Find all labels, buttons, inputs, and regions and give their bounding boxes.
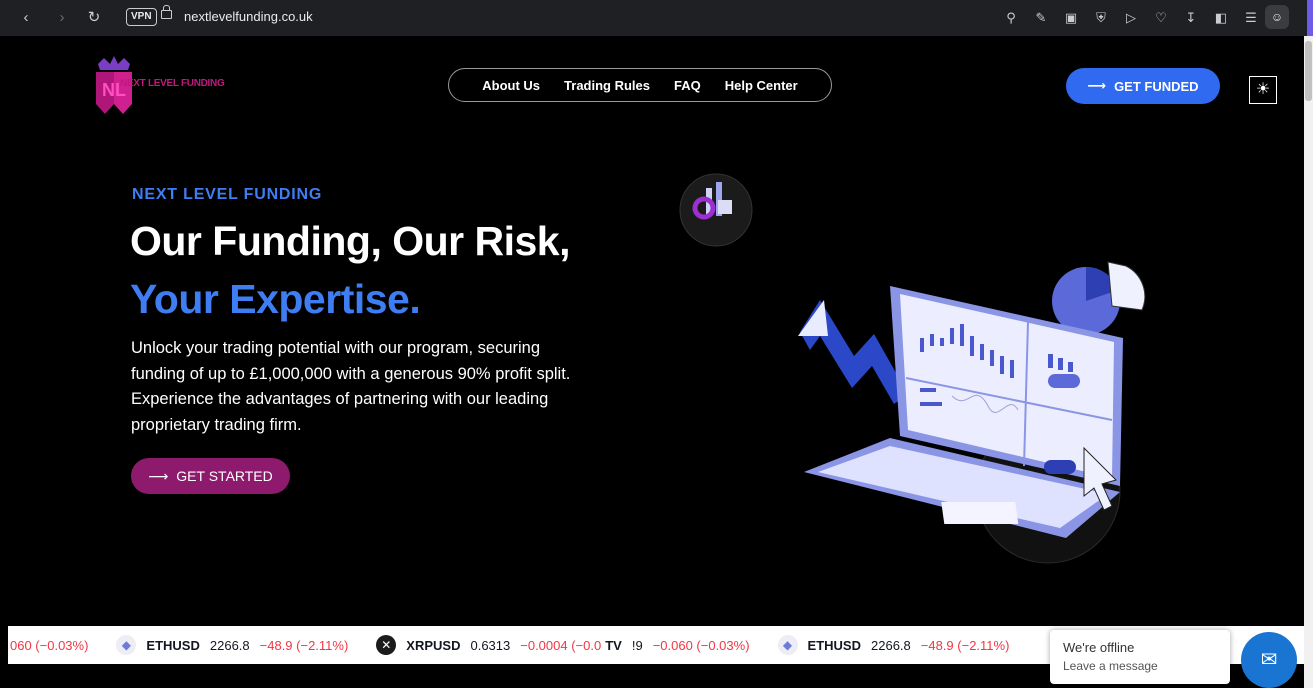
- menu-icon[interactable]: ☰: [1241, 8, 1261, 28]
- profile-icon[interactable]: ☺: [1265, 5, 1289, 29]
- hero-title: Our Funding, Our Risk,: [130, 218, 571, 264]
- site-logo[interactable]: NL NEXT LEVEL FUNDING: [94, 56, 225, 116]
- ticker-item[interactable]: ◆ ETHUSD 2266.8 −48.9 (−2.11%): [116, 635, 348, 655]
- nav-faq[interactable]: FAQ: [674, 78, 701, 93]
- ticker-item[interactable]: ◆ ETHUSD 2266.8 −48.9 (−2.11%): [777, 635, 1010, 655]
- shield-icon[interactable]: ⛨: [1091, 8, 1111, 28]
- lock-icon: [161, 5, 172, 19]
- ticker-price: 2266.8: [209, 637, 250, 653]
- get-funded-button[interactable]: ⟶ GET FUNDED: [1066, 68, 1220, 104]
- ticker-change: −0.060 (−0.03%): [652, 637, 750, 653]
- logo-text: NEXT LEVEL FUNDING: [120, 78, 225, 89]
- ticker-symbol: ETHUSD: [146, 637, 200, 653]
- heart-icon[interactable]: ♡: [1151, 8, 1171, 28]
- ticker-symbol: ETHUSD: [807, 637, 861, 653]
- nav-help-center[interactable]: Help Center: [725, 78, 798, 93]
- get-started-label: GET STARTED: [176, 468, 273, 484]
- nav-about-us[interactable]: About Us: [482, 78, 540, 93]
- ticker-change: −48.9 (−2.11%): [920, 637, 1010, 653]
- ticker-change: 060 (−0.03%): [10, 637, 89, 653]
- trading-laptop-illustration: [679, 173, 1146, 564]
- ticker-item[interactable]: ✕ XRPUSD 0.6313 −0.0004 (−0.0: [376, 635, 601, 655]
- ticker-symbol: XRPUSD: [406, 637, 461, 653]
- web-page: NL NEXT LEVEL FUNDING About Us Trading R…: [8, 36, 1304, 688]
- scrollbar-thumb[interactable]: [1305, 41, 1312, 101]
- search-icon[interactable]: ⚲: [1001, 8, 1021, 28]
- reload-icon[interactable]: ↻: [84, 8, 104, 28]
- vpn-badge[interactable]: VPN: [126, 8, 157, 26]
- chat-bubble-icon[interactable]: ✉: [1241, 632, 1297, 688]
- hero-title-highlight: Your Expertise.: [130, 276, 421, 322]
- page-scrollbar[interactable]: [1304, 36, 1313, 688]
- forward-icon[interactable]: ›: [52, 8, 72, 28]
- ethereum-icon: ◆: [777, 635, 798, 655]
- chat-offline-card[interactable]: We're offline Leave a message: [1050, 630, 1230, 684]
- browser-toolbar: ‹ › ↻ VPN nextlevelfunding.co.uk ⚲ ✎ ▣ ⛨…: [0, 0, 1313, 36]
- arrow-right-icon: ⟶: [1087, 78, 1107, 93]
- camera-icon[interactable]: ▣: [1061, 8, 1081, 28]
- address-bar[interactable]: nextlevelfunding.co.uk: [184, 9, 313, 24]
- sidebar-icon[interactable]: ◧: [1211, 8, 1231, 28]
- ticker-price: !9: [631, 637, 643, 653]
- ticker-item[interactable]: 060 (−0.03%): [10, 638, 88, 653]
- ticker-change: −48.9 (−2.11%): [259, 637, 349, 653]
- edit-icon[interactable]: ✎: [1031, 8, 1051, 28]
- ethereum-icon: ◆: [116, 635, 137, 655]
- back-icon[interactable]: ‹: [16, 8, 36, 28]
- ticker-price: 0.6313: [470, 637, 511, 653]
- ticker-price: 2266.8: [871, 637, 911, 653]
- main-nav: About Us Trading Rules FAQ Help Center: [448, 68, 832, 102]
- ticker-item[interactable]: TV !9 −0.060 (−0.03%): [605, 638, 749, 653]
- get-started-button[interactable]: ⟶ GET STARTED: [131, 458, 290, 494]
- sun-icon[interactable]: ☀: [1249, 76, 1277, 104]
- xrp-icon: ✕: [376, 635, 397, 655]
- arrow-right-icon: ⟶: [148, 467, 169, 484]
- window-accent: [1307, 0, 1313, 36]
- get-funded-label: GET FUNDED: [1114, 78, 1199, 94]
- tradingview-icon: TV: [605, 637, 622, 653]
- hero-description: Unlock your trading potential with our p…: [131, 339, 571, 434]
- toolbar-icons: ⚲ ✎ ▣ ⛨ ▷ ♡ ↧ ◧ ☰: [1001, 8, 1261, 28]
- play-icon[interactable]: ▷: [1121, 8, 1141, 28]
- nav-trading-rules[interactable]: Trading Rules: [564, 78, 650, 93]
- chat-status: We're offline: [1063, 640, 1135, 655]
- download-icon[interactable]: ↧: [1181, 8, 1201, 28]
- chat-action: Leave a message: [1063, 659, 1158, 673]
- ticker-change: −0.0004 (−0.0: [520, 637, 602, 653]
- hero-eyebrow: NEXT LEVEL FUNDING: [132, 186, 323, 203]
